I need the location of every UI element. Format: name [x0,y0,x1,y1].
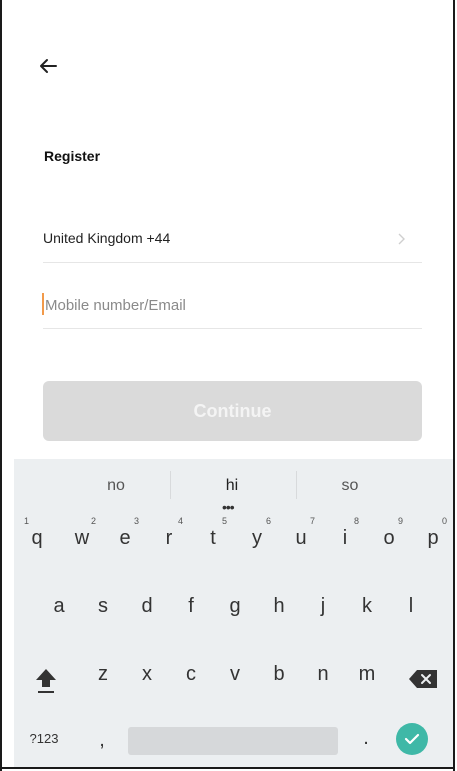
suggestion-divider [170,471,171,499]
shift-arrow-icon [36,669,56,693]
key-k[interactable]: k [354,595,380,618]
key-f[interactable]: f [178,595,204,618]
suggestion-divider [296,471,297,499]
key-y[interactable]: y [244,527,270,550]
key-comma[interactable]: , [94,729,110,752]
enter-key[interactable] [396,723,428,755]
key-hint: 1 [24,516,30,526]
country-selector[interactable]: United Kingdom +44 [43,218,422,263]
chevron-right-icon [398,233,405,245]
continue-button[interactable]: Continue [43,381,422,441]
key-j[interactable]: j [310,595,336,618]
key-hint: 6 [266,516,272,526]
key-hint: 8 [354,516,360,526]
key-n[interactable]: n [310,663,336,686]
key-t[interactable]: t [200,527,226,550]
key-hint: 3 [134,516,140,526]
key-q[interactable]: q [24,527,50,550]
backspace-key[interactable] [406,667,440,691]
key-v[interactable]: v [222,663,248,686]
key-z[interactable]: z [90,663,116,686]
key-i[interactable]: i [332,527,358,550]
suggestion-so[interactable]: so [300,477,400,495]
key-x[interactable]: x [134,663,160,686]
backspace-icon [409,670,437,688]
key-o[interactable]: o [376,527,402,550]
more-suggestions-icon: ••• [222,499,235,515]
key-hint: 7 [310,516,316,526]
suggestion-hi[interactable]: hi [182,477,282,495]
arrow-left-icon [40,59,57,73]
suggestion-no[interactable]: no [66,477,166,495]
key-h[interactable]: h [266,595,292,618]
on-screen-keyboard: no hi ••• so 1 2 3 4 5 6 7 8 9 0 q w e r… [14,459,453,767]
screen-frame-bottom [0,767,455,769]
key-w[interactable]: w [69,527,95,550]
key-hint: 5 [222,516,228,526]
space-bar[interactable] [128,727,338,755]
checkmark-icon [404,733,420,745]
key-d[interactable]: d [134,595,160,618]
key-e[interactable]: e [112,527,138,550]
shift-key[interactable] [30,663,62,697]
key-p[interactable]: p [420,527,446,550]
country-label: United Kingdom +44 [43,230,171,246]
key-m[interactable]: m [354,663,380,686]
screen-frame-right [453,0,455,771]
key-b[interactable]: b [266,663,292,686]
text-caret [42,293,44,315]
page-title: Register [44,148,101,164]
account-input-row [43,284,422,329]
key-g[interactable]: g [222,595,248,618]
key-c[interactable]: c [178,663,204,686]
key-hint: 0 [442,516,448,526]
key-s[interactable]: s [90,595,116,618]
key-hint: 4 [178,516,184,526]
key-r[interactable]: r [156,527,182,550]
key-l[interactable]: l [398,595,424,618]
screen-frame-left [0,0,2,771]
key-u[interactable]: u [288,527,314,550]
back-button[interactable] [34,52,62,80]
key-period[interactable]: . [358,727,374,750]
key-a[interactable]: a [46,595,72,618]
mobile-email-input[interactable] [43,290,415,320]
symbols-key[interactable]: ?123 [22,731,66,746]
key-hint: 2 [91,516,97,526]
key-hint: 9 [398,516,404,526]
